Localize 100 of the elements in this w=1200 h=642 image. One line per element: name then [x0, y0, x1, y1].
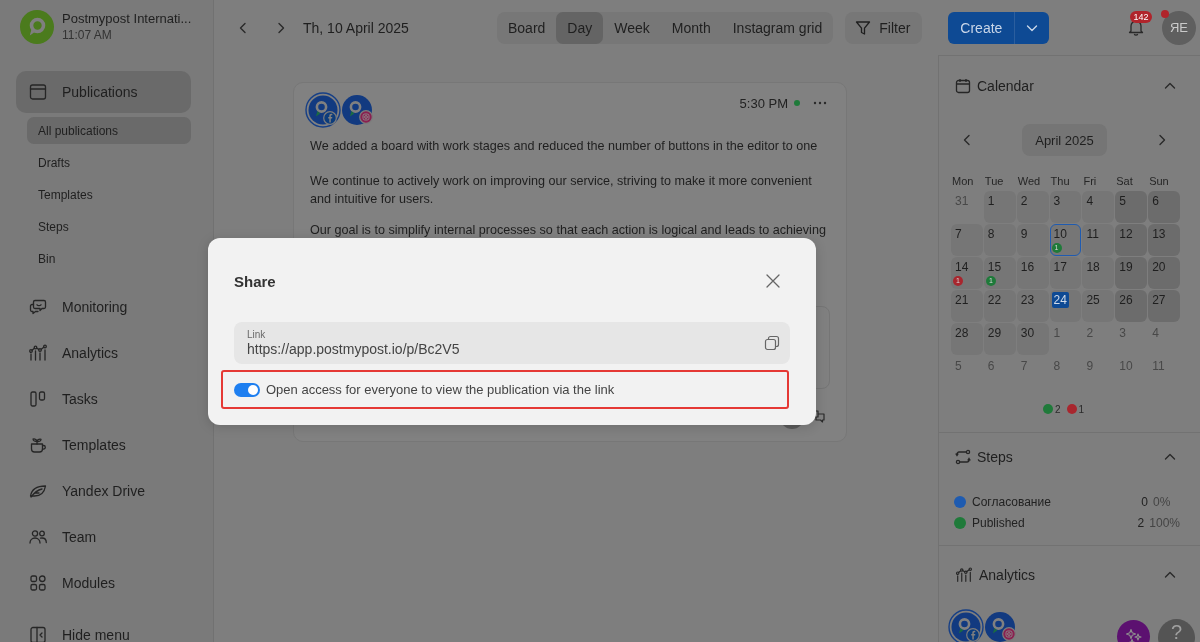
- more-icon: [813, 101, 827, 105]
- post-text: Our goal is to simplify internal processes so that each action is logical and leads to achieving: [310, 222, 827, 239]
- step-percent: 0%: [1153, 494, 1172, 509]
- account-name: Postmypost Internati...: [62, 11, 192, 27]
- calendar-day[interactable]: 27: [1148, 290, 1180, 322]
- chevron-right-icon: [275, 21, 287, 34]
- calendar-day[interactable]: 26: [1115, 290, 1148, 322]
- post-text: We added a board with work stages and reduced the number of buttons in the editor to one: [310, 138, 819, 155]
- instagram-icon: [359, 110, 373, 124]
- nav-subitem[interactable]: Drafts: [27, 149, 191, 176]
- calendar-day[interactable]: 8: [983, 224, 1016, 256]
- nav-item[interactable]: Analytics: [16, 332, 191, 374]
- chevron-left-icon: [237, 21, 249, 34]
- step-count: 0: [1141, 494, 1148, 509]
- step-name: Согласование: [972, 494, 1052, 509]
- calendar-day[interactable]: 6: [1148, 191, 1180, 223]
- chat-bubbles-icon: [28, 297, 48, 317]
- nav-item[interactable]: Team: [16, 516, 191, 558]
- calendar-day[interactable]: 28: [951, 323, 983, 355]
- weekday-label: Sun: [1148, 174, 1170, 189]
- month-button[interactable]: April 2025: [1022, 124, 1107, 156]
- calendar-day[interactable]: 17: [1049, 257, 1082, 289]
- current-date: Th, 10 April 2025: [303, 19, 409, 36]
- profile-avatar[interactable]: ЯЕ: [1162, 10, 1196, 45]
- section-title: Steps: [977, 449, 1014, 465]
- calendar-day[interactable]: 3: [1049, 191, 1082, 223]
- weekday-label: Thu: [1049, 174, 1071, 189]
- nav-item[interactable]: Templates: [16, 424, 191, 466]
- panel-icon: [28, 625, 48, 642]
- nav-item[interactable]: Monitoring: [16, 286, 191, 328]
- calendar-day[interactable]: 16: [1016, 257, 1049, 289]
- calendar-day[interactable]: 23: [1016, 290, 1049, 322]
- grid-icon: [28, 573, 48, 593]
- view-tab[interactable]: Instagram grid: [721, 11, 834, 44]
- nav-subitem[interactable]: Bin: [27, 245, 191, 272]
- calendar-day[interactable]: 4: [1082, 191, 1115, 223]
- calendar-day[interactable]: 22: [983, 290, 1016, 322]
- create-menu-button[interactable]: [1014, 11, 1050, 44]
- copy-icon: [764, 335, 780, 351]
- calendar-icon: [955, 78, 971, 94]
- mug-icon: [28, 435, 48, 455]
- nav-subitem[interactable]: Steps: [27, 213, 191, 240]
- nav-item[interactable]: Yandex Drive: [16, 470, 191, 512]
- weekday-label: Tue: [983, 174, 1005, 189]
- view-tab[interactable]: Month: [660, 11, 722, 44]
- calendar-day[interactable]: 20: [1148, 257, 1180, 289]
- step-name: Published: [972, 515, 1026, 530]
- dialog-title: Share: [234, 272, 276, 290]
- calendar-day[interactable]: 12: [1115, 224, 1148, 256]
- section-title: Calendar: [977, 78, 1035, 94]
- logo-icon: [20, 10, 54, 44]
- calendar-day[interactable]: 1: [983, 191, 1016, 223]
- calendar-day[interactable]: 11: [1082, 224, 1115, 256]
- nav-subitem[interactable]: All publications: [27, 117, 191, 144]
- weekday-label: Fri: [1082, 174, 1098, 189]
- post-text: We continue to actively work on improving our service, striving to make it more convenient and intuitive for users.: [310, 173, 813, 208]
- legend-count: 1: [1078, 403, 1085, 415]
- window-icon: [28, 82, 48, 102]
- nav-item[interactable]: Tasks: [16, 378, 191, 420]
- weekday-label: Wed: [1016, 174, 1042, 189]
- notifications-button[interactable]: 142: [1126, 11, 1152, 38]
- calendar-day[interactable]: 2: [1016, 191, 1049, 223]
- nav-item[interactable]: Publications: [16, 71, 191, 113]
- facebook-icon: [323, 111, 337, 125]
- calendar-day[interactable]: 13: [1148, 224, 1180, 256]
- calendar-day[interactable]: 21: [951, 290, 983, 322]
- calendar-day[interactable]: 5: [1115, 191, 1148, 223]
- filter-button[interactable]: Filter: [845, 11, 923, 44]
- view-tab[interactable]: Board: [497, 11, 557, 44]
- step-count: 2: [1137, 515, 1145, 530]
- calendar-day[interactable]: 30: [1016, 323, 1049, 355]
- view-tab[interactable]: Day: [556, 11, 604, 44]
- sparkles-icon: [1124, 627, 1143, 642]
- create-button[interactable]: Create: [948, 11, 1015, 44]
- columns-icon: [28, 389, 48, 409]
- calendar-day[interactable]: 18: [1082, 257, 1115, 289]
- line-chart-icon: [955, 566, 973, 584]
- calendar-day[interactable]: 7: [951, 224, 983, 256]
- notification-count: 142: [1130, 11, 1152, 23]
- calendar-day[interactable]: 29: [983, 323, 1016, 355]
- close-icon: [766, 274, 780, 288]
- link-field[interactable]: Link https://app.postmypost.io/p/Bc2V5: [234, 322, 790, 364]
- calendar-day[interactable]: 19: [1115, 257, 1148, 289]
- nav-subitem[interactable]: Templates: [27, 181, 191, 208]
- toggle-switch[interactable]: [234, 382, 260, 397]
- account-time: 11:07 AM: [62, 27, 113, 43]
- field-label: Link: [247, 328, 266, 341]
- view-tab[interactable]: Week: [603, 11, 661, 44]
- calendar-day[interactable]: 25: [1082, 290, 1115, 322]
- workflow-icon: [955, 449, 971, 465]
- calendar-day[interactable]: 9: [1016, 224, 1049, 256]
- chevron-left-icon: [961, 134, 973, 146]
- legend-count: 2: [1054, 403, 1061, 415]
- line-chart-icon: [28, 343, 48, 363]
- weekday-label: Mon: [951, 174, 975, 189]
- nav-item[interactable]: Modules: [16, 562, 191, 604]
- nav-item[interactable]: Hide menu: [16, 614, 191, 642]
- calendar-day[interactable]: 24: [1049, 290, 1082, 322]
- weekday-label: Sat: [1115, 174, 1134, 189]
- chevron-right-icon: [1156, 134, 1168, 146]
